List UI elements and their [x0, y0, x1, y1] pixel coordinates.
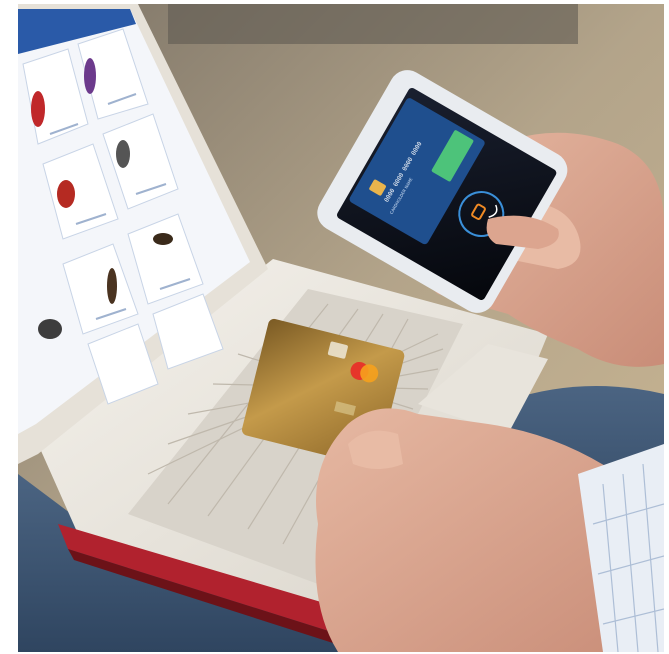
photo-scene: 0000 0000 0000 0000 CARDHOLDER NAME	[18, 4, 664, 652]
product-thumb-purple[interactable]	[84, 58, 96, 94]
product-thumb-black[interactable]	[38, 319, 62, 339]
product-thumb-brown[interactable]	[107, 268, 117, 304]
product-thumb-red2[interactable]	[57, 180, 75, 208]
product-thumb-gray[interactable]	[116, 140, 130, 168]
product-thumb-dark[interactable]	[153, 233, 173, 245]
product-thumb-red[interactable]	[31, 91, 45, 127]
